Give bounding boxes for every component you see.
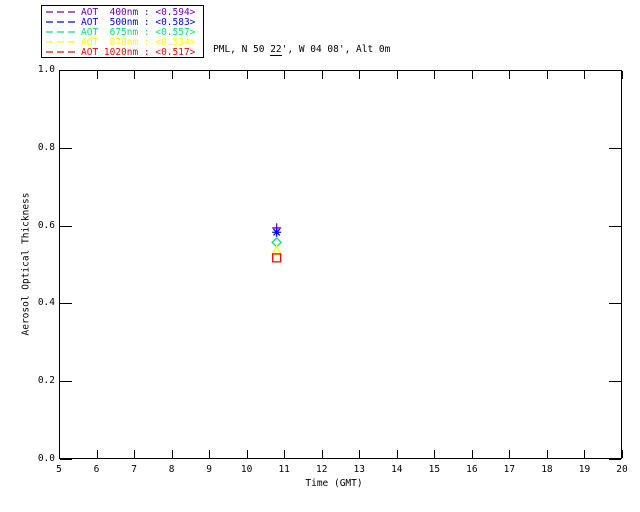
- x-tick-label: 10: [240, 464, 253, 475]
- x-tick-label: 9: [206, 464, 212, 475]
- y-tick-label: 0.4: [37, 297, 55, 309]
- x-tick-label: 13: [353, 464, 365, 475]
- y-tick-label: 0.8: [37, 141, 55, 153]
- x-tick-label: 16: [466, 464, 478, 475]
- x-tick-label: 19: [578, 464, 591, 475]
- x-tick-label: 20: [616, 464, 628, 475]
- y-tick-label: 1.0: [37, 64, 55, 75]
- y-tick-label: 0.6: [37, 219, 55, 231]
- x-tick-label: 18: [541, 464, 553, 475]
- marker-aot-500nm: [272, 227, 282, 237]
- aot-plot-screenshot: AOT 400nm : <0.594> AOT 500nm : <0.583> …: [0, 0, 640, 512]
- x-tick-label: 6: [93, 464, 100, 475]
- x-axis-title: Time (GMT): [305, 478, 363, 489]
- x-tick-label: 7: [131, 464, 137, 475]
- y-tick-label: 0.0: [37, 453, 55, 464]
- y-tick-label: 0.2: [37, 375, 55, 387]
- x-tick-label: 8: [168, 464, 175, 475]
- x-tick-label: 15: [428, 464, 441, 475]
- x-tick-label: 12: [315, 464, 328, 475]
- chart-canvas: [59, 70, 623, 460]
- y-axis-title: Aerosol Optical Thickness: [20, 192, 32, 336]
- x-tick-label: 11: [278, 464, 290, 475]
- x-tick-label: 17: [503, 464, 516, 475]
- x-tick-label: 5: [56, 464, 62, 475]
- x-tick-label: 14: [391, 464, 403, 475]
